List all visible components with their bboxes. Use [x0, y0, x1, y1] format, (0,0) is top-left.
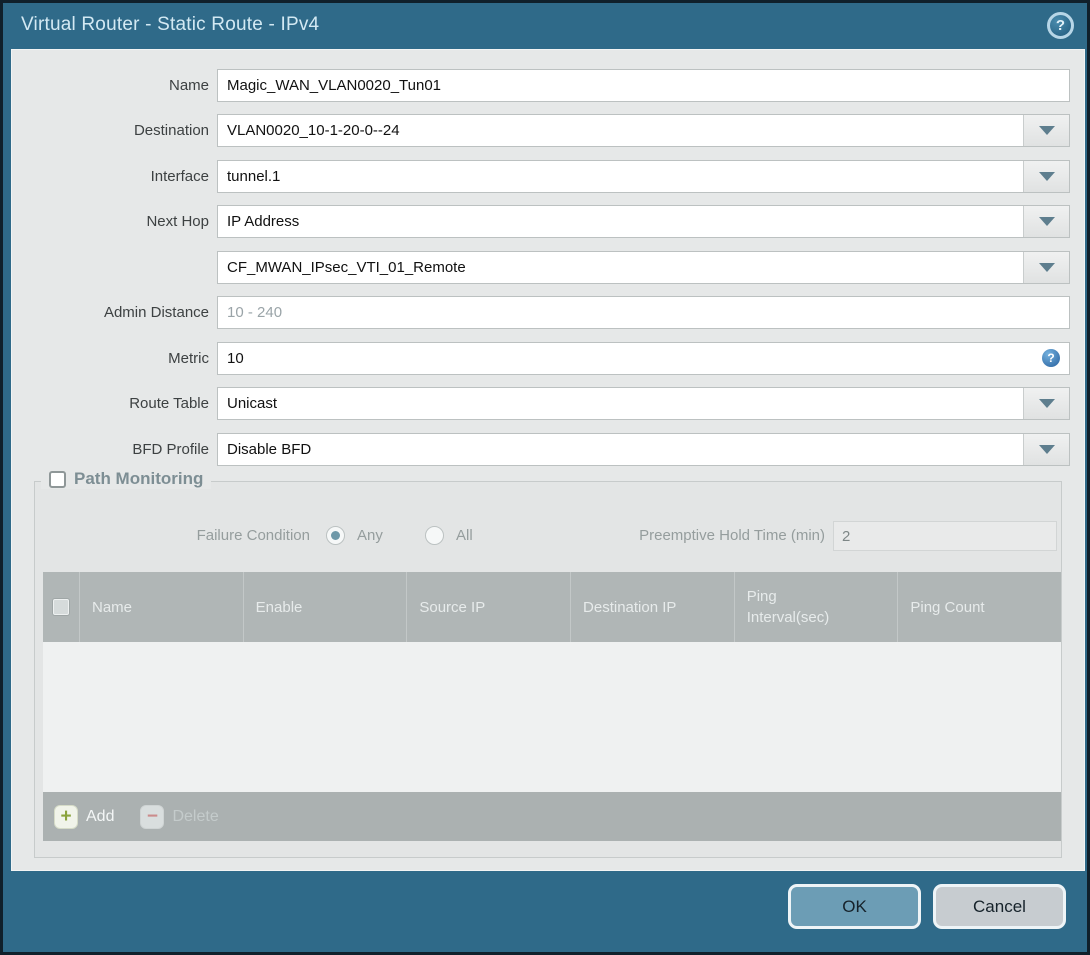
- dialog-content: Name Destination VLAN0020_10-1-20-0--24 …: [11, 49, 1085, 871]
- next-hop-dropdown[interactable]: IP Address: [217, 205, 1070, 238]
- failure-condition-radio-any[interactable]: [326, 526, 345, 545]
- next-hop-value: IP Address: [227, 213, 300, 230]
- next-hop-address-dropdown-button[interactable]: [1023, 252, 1069, 283]
- add-plus-icon: +: [54, 804, 78, 829]
- help-icon[interactable]: ?: [1047, 12, 1074, 39]
- cancel-button[interactable]: Cancel: [933, 884, 1066, 929]
- row-next-hop: Next Hop IP Address: [12, 205, 1084, 238]
- route-table-dropdown[interactable]: Unicast: [217, 387, 1070, 420]
- path-monitoring-section: Path Monitoring Failure Condition Any Al…: [34, 469, 1062, 858]
- path-monitoring-label: Path Monitoring: [74, 469, 204, 488]
- name-label: Name: [168, 77, 209, 94]
- row-metric: Metric ?: [12, 342, 1084, 375]
- route-table-dropdown-button[interactable]: [1023, 388, 1069, 419]
- destination-value: VLAN0020_10-1-20-0--24: [227, 122, 400, 139]
- next-hop-dropdown-button[interactable]: [1023, 206, 1069, 237]
- static-route-dialog: Virtual Router - Static Route - IPv4 ? N…: [0, 0, 1090, 955]
- destination-label: Destination: [133, 122, 209, 139]
- admin-distance-input[interactable]: [217, 296, 1070, 329]
- next-hop-address-dropdown[interactable]: CF_MWAN_IPsec_VTI_01_Remote: [217, 251, 1070, 284]
- interface-label: Interface: [150, 168, 209, 185]
- failure-condition-all-label: All: [456, 527, 473, 544]
- row-name: Name: [12, 69, 1084, 102]
- info-icon[interactable]: ?: [1042, 349, 1060, 367]
- table-header-enable: Enable: [242, 572, 407, 642]
- chevron-down-icon: [1038, 172, 1055, 181]
- bfd-profile-dropdown-button[interactable]: [1023, 434, 1069, 465]
- metric-label: Metric: [168, 350, 209, 367]
- row-destination: Destination VLAN0020_10-1-20-0--24: [12, 114, 1084, 147]
- bfd-profile-dropdown[interactable]: Disable BFD: [217, 433, 1070, 466]
- admin-distance-label: Admin Distance: [103, 304, 209, 321]
- preemptive-hold-time-label: Preemptive Hold Time (min): [639, 527, 825, 544]
- name-input[interactable]: [217, 69, 1070, 102]
- path-monitoring-table: Name Enable Source IP Destination IP Pin…: [43, 572, 1061, 841]
- table-header-name: Name: [79, 572, 243, 642]
- add-button[interactable]: + Add: [54, 804, 115, 829]
- route-table-value: Unicast: [227, 395, 278, 412]
- failure-condition-label: Failure Condition: [196, 527, 310, 544]
- delete-button-label: Delete: [172, 807, 219, 825]
- row-admin-distance: Admin Distance: [12, 296, 1084, 329]
- destination-dropdown[interactable]: VLAN0020_10-1-20-0--24: [217, 114, 1070, 147]
- path-monitoring-legend: Path Monitoring: [41, 469, 212, 489]
- path-monitoring-checkbox[interactable]: [49, 470, 66, 488]
- interface-dropdown-button[interactable]: [1023, 161, 1069, 192]
- row-bfd-profile: BFD Profile Disable BFD: [12, 433, 1084, 466]
- table-body-empty: [43, 642, 1061, 792]
- dialog-title: Virtual Router - Static Route - IPv4: [21, 14, 320, 35]
- chevron-down-icon: [1038, 399, 1055, 408]
- next-hop-label: Next Hop: [146, 213, 209, 230]
- add-button-label: Add: [86, 807, 115, 825]
- chevron-down-icon: [1038, 263, 1055, 272]
- delete-button[interactable]: − Delete: [140, 804, 219, 829]
- failure-condition-radio-all[interactable]: [425, 526, 444, 545]
- row-route-table: Route Table Unicast: [12, 387, 1084, 420]
- chevron-down-icon: [1038, 217, 1055, 226]
- interface-value: tunnel.1: [227, 168, 281, 185]
- delete-minus-icon: −: [140, 804, 165, 829]
- row-interface: Interface tunnel.1: [12, 160, 1084, 193]
- route-table-label: Route Table: [129, 395, 209, 412]
- destination-dropdown-button[interactable]: [1023, 115, 1069, 146]
- table-header-row: Name Enable Source IP Destination IP Pin…: [43, 572, 1061, 642]
- bfd-profile-value: Disable BFD: [227, 441, 312, 458]
- bfd-profile-label: BFD Profile: [132, 441, 209, 458]
- ok-button[interactable]: OK: [788, 884, 921, 929]
- next-hop-address-value: CF_MWAN_IPsec_VTI_01_Remote: [227, 259, 466, 276]
- failure-condition-any-label: Any: [357, 527, 383, 544]
- failure-condition-row: Failure Condition Any All Preemptive Hol…: [35, 519, 1061, 552]
- interface-dropdown[interactable]: tunnel.1: [217, 160, 1070, 193]
- table-header-destination-ip: Destination IP: [570, 572, 734, 642]
- table-header-ping-interval: Ping Interval(sec): [733, 572, 898, 642]
- table-header-select-cell: [43, 572, 79, 642]
- preemptive-hold-time-input[interactable]: [833, 521, 1057, 551]
- metric-input[interactable]: [217, 342, 1070, 375]
- table-toolbar: + Add − Delete: [43, 792, 1061, 841]
- dialog-titlebar: Virtual Router - Static Route - IPv4 ?: [3, 3, 1087, 49]
- chevron-down-icon: [1038, 445, 1055, 454]
- select-all-checkbox[interactable]: [53, 599, 69, 615]
- table-header-source-ip: Source IP: [406, 572, 570, 642]
- row-next-hop-address: CF_MWAN_IPsec_VTI_01_Remote: [12, 251, 1084, 284]
- chevron-down-icon: [1038, 126, 1055, 135]
- table-header-ping-count: Ping Count: [897, 572, 1061, 642]
